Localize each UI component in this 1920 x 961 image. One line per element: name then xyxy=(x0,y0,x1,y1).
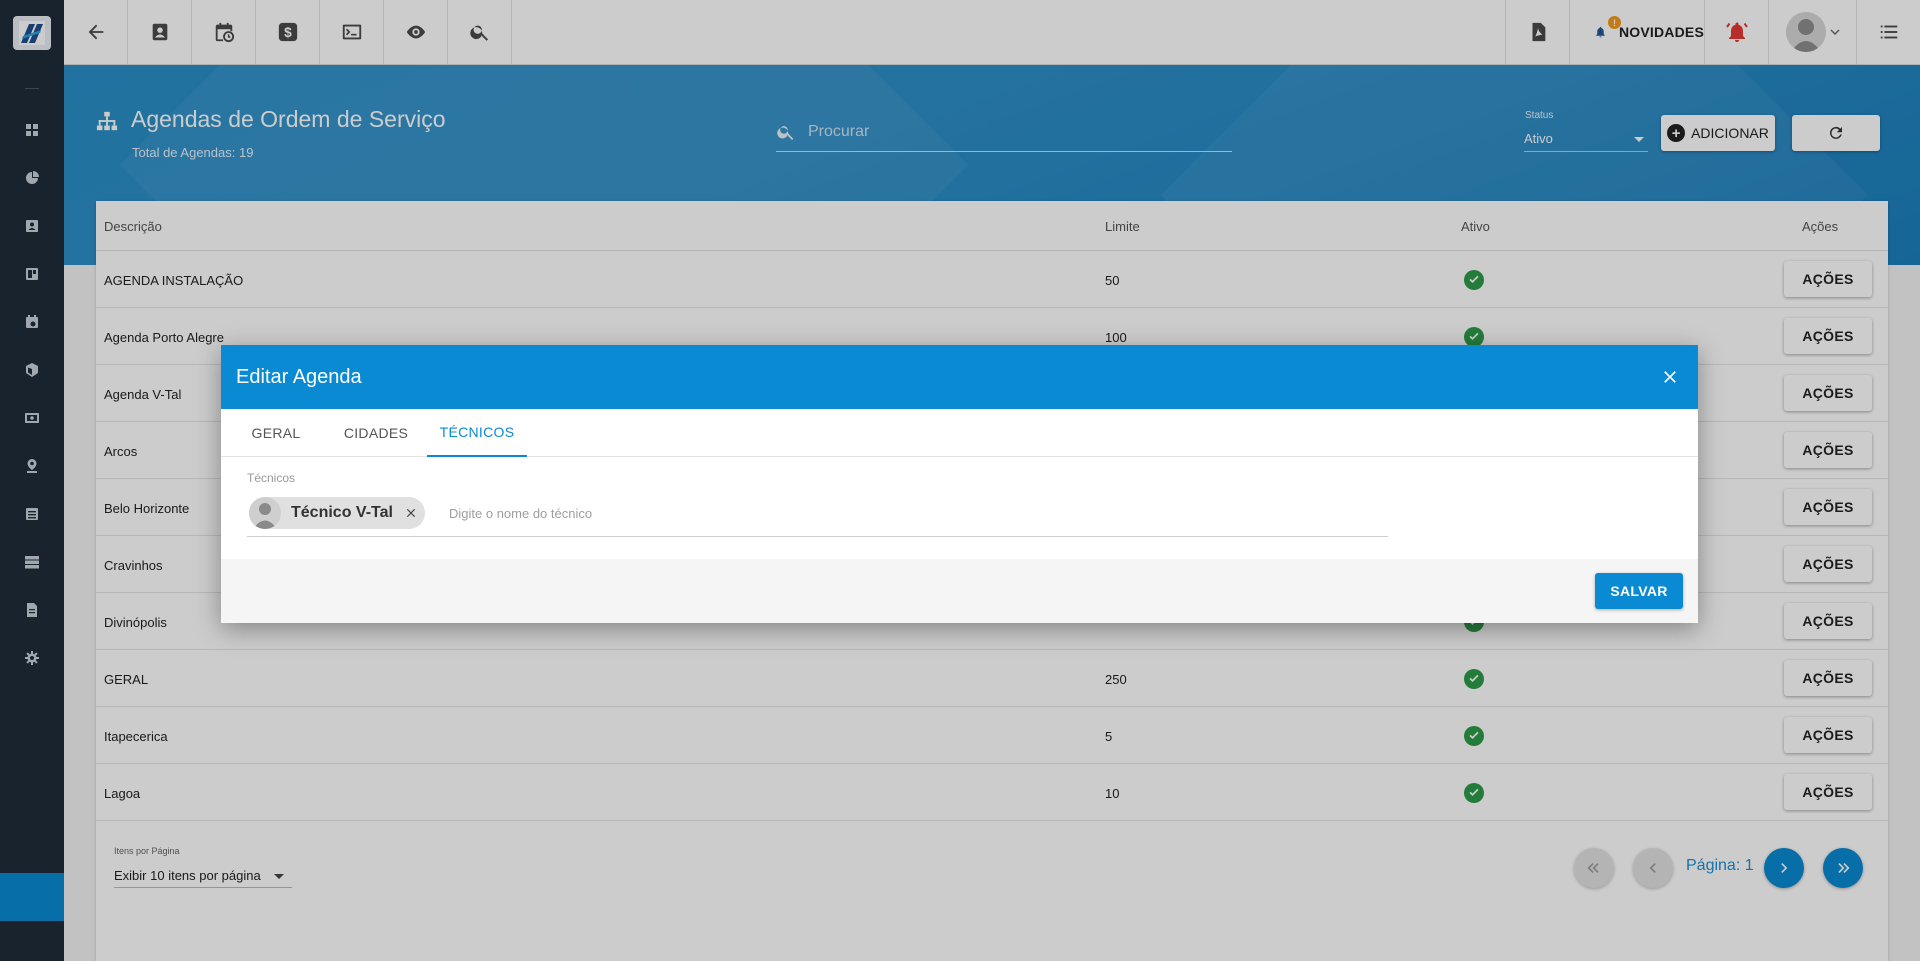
technician-chip-label: Técnico V-Tal xyxy=(291,504,393,521)
tecnicos-field-label: Técnicos xyxy=(247,471,296,485)
field-underline xyxy=(247,536,1388,537)
edit-agenda-dialog: Editar Agenda GERAL CIDADES TÉCNICOS Téc… xyxy=(221,345,1698,623)
dialog-title: Editar Agenda xyxy=(236,366,362,388)
close-icon xyxy=(406,508,416,518)
tab-tecnicos[interactable]: TÉCNICOS xyxy=(427,409,527,457)
close-button[interactable] xyxy=(1657,364,1683,390)
technician-chip: Técnico V-Tal xyxy=(249,497,425,529)
close-icon xyxy=(1664,371,1676,383)
dialog-tabs: GERAL CIDADES TÉCNICOS xyxy=(221,409,1698,457)
technician-search-input[interactable] xyxy=(449,501,949,525)
remove-chip-button[interactable] xyxy=(402,504,420,522)
tab-geral[interactable]: GERAL xyxy=(235,409,317,457)
tab-cidades[interactable]: CIDADES xyxy=(329,409,423,457)
avatar xyxy=(249,497,281,529)
dialog-footer: SALVAR xyxy=(221,559,1698,623)
save-button[interactable]: SALVAR xyxy=(1595,573,1683,609)
dialog-header: Editar Agenda xyxy=(221,345,1698,409)
